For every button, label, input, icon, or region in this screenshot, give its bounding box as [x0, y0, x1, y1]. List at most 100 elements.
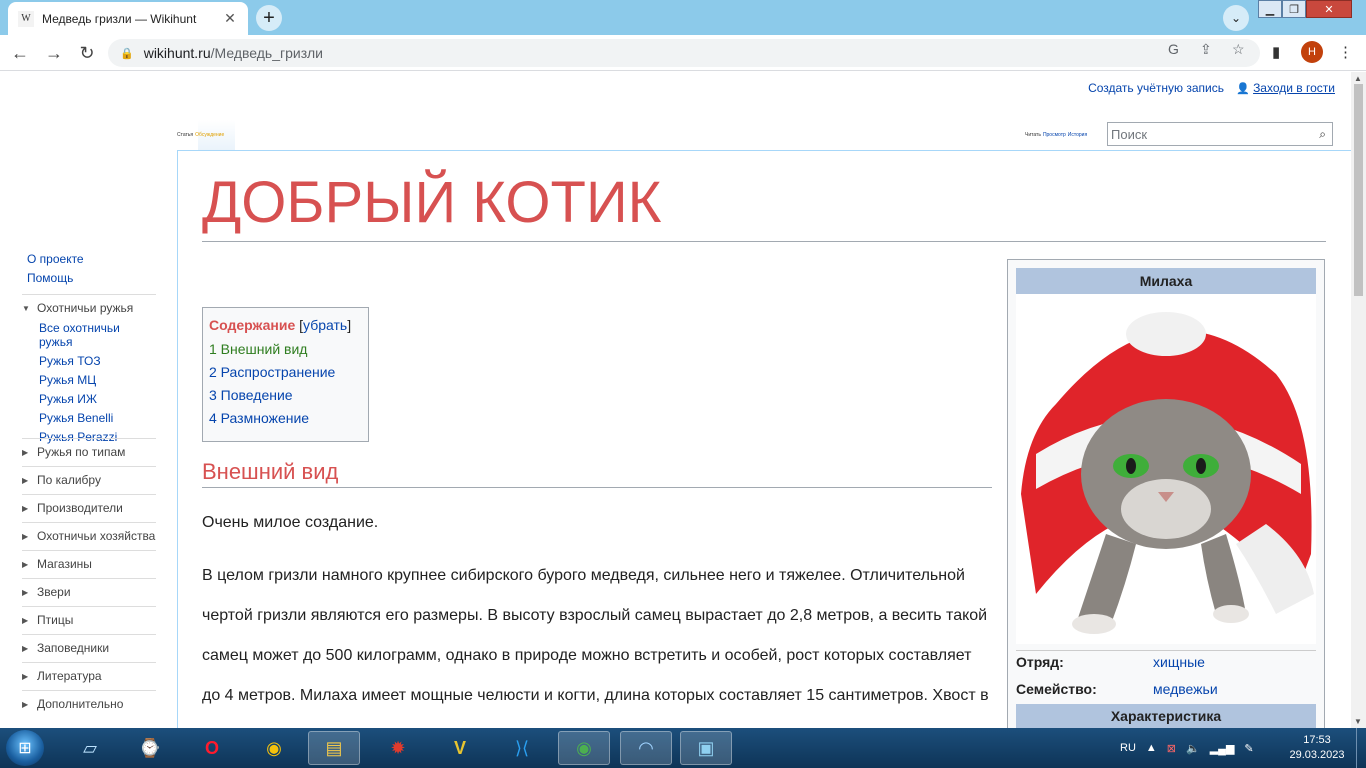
browser-tab[interactable]: W Медведь гризли — Wikihunt ✕ [8, 2, 248, 35]
sidebar-item-about[interactable]: О проекте [27, 252, 84, 266]
clock-time: 17:53 [1303, 734, 1331, 746]
clock[interactable]: 17:53 29.03.2023 [1282, 733, 1352, 763]
sidebar: О проекте Помощь ▼ Охотничьи ружья Все ох… [0, 72, 177, 728]
scroll-up-icon[interactable]: ▲ [1354, 74, 1362, 83]
bookmark-star-icon[interactable]: ☆ [1232, 41, 1245, 58]
sidebar-group[interactable]: ▶ Магазины [22, 550, 156, 571]
clock-date: 29.03.2023 [1289, 749, 1345, 761]
forward-button[interactable]: → [42, 41, 66, 65]
tab-strip: W Медведь гризли — Wikihunt ✕ + ⌄ ▁ ❐ ✕ [0, 0, 1366, 35]
page-scrollbar[interactable]: ▲ ▼ [1351, 72, 1366, 728]
sidebar-item-all-guns[interactable]: Все охотничьи ружья [39, 321, 156, 349]
sidebar-group[interactable]: ▶ Дополнительно [22, 690, 156, 711]
language-indicator[interactable]: RU [1120, 742, 1136, 754]
search-input[interactable]: Поиск [1111, 127, 1147, 142]
network-error-icon[interactable]: ⊠ [1167, 742, 1176, 755]
sidebar-group[interactable]: ▶ Литература [22, 662, 156, 683]
reload-button[interactable]: ↻ [75, 41, 99, 65]
search-box[interactable]: Поиск ⌕ [1107, 122, 1333, 146]
profile-avatar[interactable]: Н [1301, 41, 1323, 63]
sidebar-item-toz[interactable]: Ружья ТОЗ [39, 354, 156, 368]
article-content: ДОБРЫЙ КОТИК Содержание [убрать] 1 Внешн… [177, 150, 1351, 728]
sidebar-group-header[interactable]: ▼ Охотничьи ружья [22, 301, 156, 315]
new-tab-button[interactable]: + [256, 5, 282, 31]
side-panel-icon[interactable]: ▮ [1272, 43, 1280, 61]
login-link[interactable]: Заходи в гости [1253, 81, 1335, 95]
close-window-button[interactable]: ✕ [1306, 0, 1352, 18]
window-controls: ▁ ❐ ✕ [1258, 0, 1352, 19]
tab-search-button[interactable]: ⌄ [1223, 5, 1249, 31]
infobox-value-link[interactable]: медвежьи [1153, 681, 1218, 697]
signal-icon[interactable]: ▂▄▆ [1210, 742, 1235, 755]
vscode-icon[interactable]: ⟩⟨ [496, 731, 548, 765]
system-tray: RU ▲ ⊠ 🔈 ▂▄▆ ✎ [1120, 728, 1254, 768]
scrollbar-thumb[interactable] [1354, 84, 1363, 296]
opera-icon[interactable]: O [186, 731, 238, 765]
tab-history[interactable]: История [1068, 132, 1087, 138]
create-account-link[interactable]: Создать учётную запись [1088, 81, 1224, 95]
sidebar-item-benelli[interactable]: Ружья Benelli [39, 411, 156, 425]
paragraph: В целом гризли намного крупнее сибирског… [202, 567, 989, 704]
sidebar-group-hunting-guns: ▼ Охотничьи ружья Все охотничьи ружья Руж… [22, 294, 156, 449]
address-bar[interactable]: 🔒 wikihunt.ru/Медведь_гризли [108, 39, 1260, 67]
tab-view-source[interactable]: Просмотр [1043, 132, 1066, 138]
triangle-right-icon: ▶ [22, 699, 29, 709]
sidebar-item-mc[interactable]: Ружья МЦ [39, 373, 156, 387]
tab-title: Медведь гризли — Wikihunt [42, 11, 197, 26]
start-button[interactable]: ⊞ [6, 730, 44, 766]
file-explorer-icon[interactable]: ▤ [308, 731, 360, 765]
toc-toggle-link[interactable]: убрать [303, 317, 347, 333]
windows-taskbar: ⊞ ▱ ⌚ O ◉ ▤ ✹ V ⟩⟨ ◉ ◠ ▣ RU ▲ ⊠ 🔈 ▂▄▆ ✎ … [0, 728, 1366, 768]
tab-talk[interactable]: Обсуждение [195, 132, 224, 138]
sidebar-top-links: О проекте Помощь [27, 252, 84, 290]
lock-icon[interactable]: 🔒 [120, 47, 134, 60]
view-tabs: Читать Просмотр История [1025, 120, 1089, 150]
google-lens-icon[interactable]: G [1168, 41, 1179, 57]
triangle-right-icon: ▶ [22, 447, 29, 457]
show-desktop-button[interactable] [1356, 728, 1366, 768]
scroll-down-icon[interactable]: ▼ [1354, 717, 1362, 726]
pulse-app-icon[interactable]: ⌚ [124, 731, 176, 765]
chrome-icon[interactable]: ◉ [248, 731, 300, 765]
toc-item[interactable]: 4 Размножение [209, 410, 362, 426]
vim-icon[interactable]: V [434, 731, 486, 765]
toc-item[interactable]: 2 Распространение [209, 364, 362, 380]
sidebar-group[interactable]: ▶ Заповедники [22, 634, 156, 655]
page-title: ДОБРЫЙ КОТИК [202, 171, 1326, 242]
notes-app-icon[interactable]: ▱ [64, 731, 116, 765]
sidebar-group[interactable]: ▶ Ружья по типам [22, 438, 156, 459]
triangle-right-icon: ▶ [22, 671, 29, 681]
minimize-button[interactable]: ▁ [1258, 0, 1282, 18]
volume-icon[interactable]: 🔈 [1186, 742, 1200, 755]
sidebar-item-izh[interactable]: Ружья ИЖ [39, 392, 156, 406]
infobox-value-link[interactable]: хищные [1153, 654, 1205, 670]
sidebar-item-help[interactable]: Помощь [27, 271, 84, 285]
menu-kebab-icon[interactable]: ⋮ [1338, 43, 1353, 61]
remote-app-icon[interactable]: ◠ [620, 731, 672, 765]
sidebar-group[interactable]: ▶ Охотничьи хозяйства [22, 522, 156, 543]
kitten-in-santa-hat-icon[interactable] [1016, 294, 1316, 644]
maximize-button[interactable]: ❐ [1282, 0, 1306, 18]
infobox-title: Милаха [1016, 268, 1316, 294]
toc-item[interactable]: 3 Поведение [209, 387, 362, 403]
triangle-right-icon: ▶ [22, 475, 29, 485]
share-icon[interactable]: ⇪ [1200, 41, 1212, 58]
tray-expand-icon[interactable]: ▲ [1146, 742, 1157, 754]
sidebar-group[interactable]: ▶ Птицы [22, 606, 156, 627]
user-icon: 👤 [1236, 83, 1250, 95]
search-icon[interactable]: ⌕ [1319, 127, 1326, 142]
browser-toolbar: ← → ↻ 🔒 wikihunt.ru/Медведь_гризли G ⇪ ☆… [0, 35, 1366, 71]
back-button[interactable]: ← [8, 41, 32, 65]
image-viewer-icon[interactable]: ▣ [680, 731, 732, 765]
toc-item[interactable]: 1 Внешний вид [209, 341, 362, 357]
sidebar-group[interactable]: ▶ Звери [22, 578, 156, 599]
triangle-right-icon: ▶ [22, 503, 29, 513]
antivirus-icon[interactable]: ✹ [372, 731, 424, 765]
chrome-profile-icon[interactable]: ◉ [558, 731, 610, 765]
close-tab-icon[interactable]: ✕ [222, 10, 238, 27]
pen-icon[interactable]: ✎ [1244, 742, 1253, 755]
sidebar-group[interactable]: ▶ Производители [22, 494, 156, 515]
sidebar-group[interactable]: ▶ По калибру [22, 466, 156, 487]
tab-article[interactable]: Статья [177, 132, 193, 138]
tab-read[interactable]: Читать [1025, 132, 1041, 138]
